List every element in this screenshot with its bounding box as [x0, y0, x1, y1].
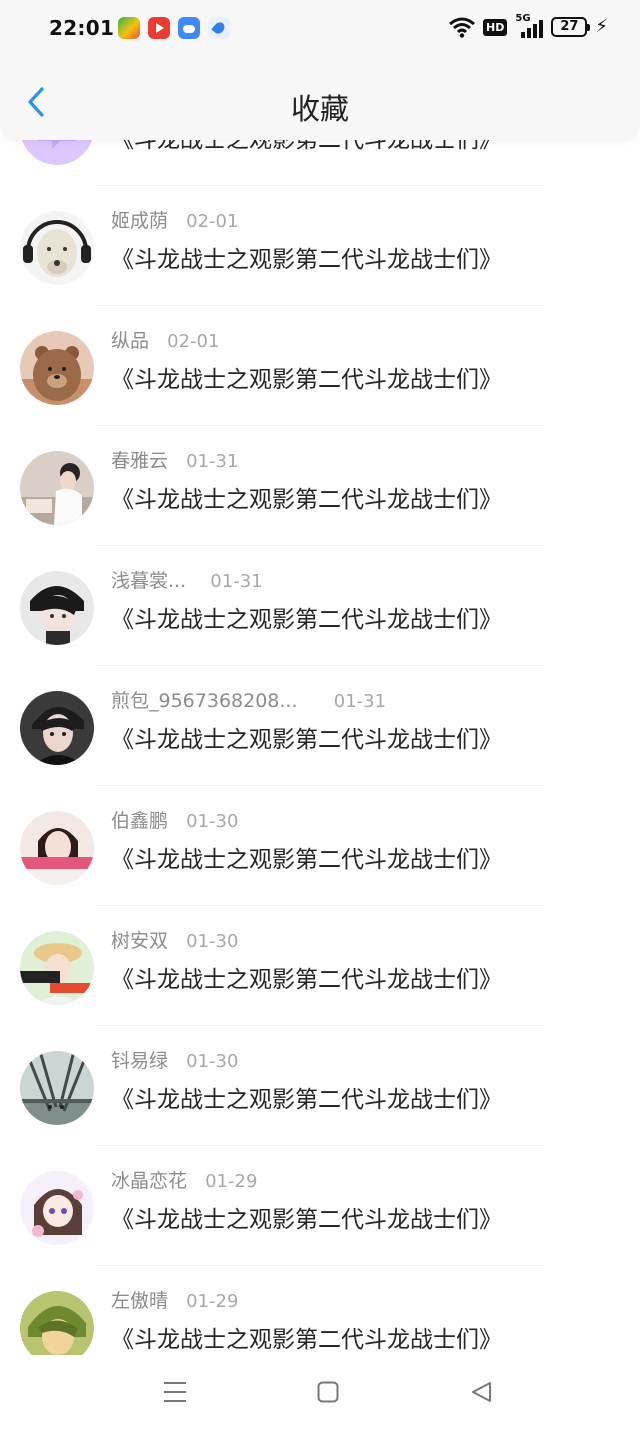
- item-date: 02-01: [186, 211, 239, 232]
- item-meta: 纵品 02-01: [111, 326, 219, 353]
- list-item[interactable]: 浅暮裳... 01-31 《斗龙战士之观影第二代斗龙战士们》: [0, 546, 640, 666]
- list-item[interactable]: 姬成荫 02-01 《斗龙战士之观影第二代斗龙战士们》: [0, 186, 640, 306]
- avatar[interactable]: [20, 451, 94, 525]
- back-triangle-icon: [470, 1381, 492, 1407]
- status-indicators: HD 5G 27 ⚡: [449, 13, 608, 38]
- avatar[interactable]: [20, 1291, 94, 1365]
- avatar[interactable]: [20, 691, 94, 765]
- status-time: 22:01: [49, 16, 115, 40]
- author-name[interactable]: 煎包_9567368208...: [111, 690, 298, 712]
- avatar[interactable]: [20, 571, 94, 645]
- favorite-title[interactable]: 《斗龙战士之观影第二代斗龙战士们》: [111, 480, 502, 514]
- avatar[interactable]: [20, 1051, 94, 1125]
- favorite-title[interactable]: 《斗龙战士之观影第二代斗龙战士们》: [111, 600, 502, 634]
- list-item[interactable]: 钭易绿 01-30 《斗龙战士之观影第二代斗龙战士们》: [0, 1026, 640, 1146]
- favorite-title[interactable]: 《斗龙战士之观影第二代斗龙战士们》: [111, 240, 502, 274]
- item-meta: 浅暮裳... 01-31: [111, 566, 263, 593]
- favorite-title[interactable]: 《斗龙战士之观影第二代斗龙战士们》: [111, 720, 502, 754]
- hd-badge: HD: [483, 18, 508, 36]
- item-meta: 左傲晴 01-29: [111, 1286, 238, 1313]
- list-item[interactable]: 冰晶恋花 01-29 《斗龙战士之观影第二代斗龙战士们》: [0, 1146, 640, 1266]
- item-meta: 钭易绿 01-30: [111, 1046, 238, 1073]
- favorites-list: 《斗龙战士之观影第二代斗龙战士们》 姬成荫 02-01 《斗龙战士之观影第二代斗…: [0, 66, 640, 1386]
- favorite-title[interactable]: 《斗龙战士之观影第二代斗龙战士们》: [111, 1200, 502, 1234]
- list-item[interactable]: 伯鑫鹏 01-30 《斗龙战士之观影第二代斗龙战士们》: [0, 786, 640, 906]
- author-name[interactable]: 左傲晴: [111, 1290, 168, 1312]
- item-date: 01-30: [186, 811, 239, 832]
- avatar[interactable]: [20, 811, 94, 885]
- browser-app-icon: [208, 17, 230, 39]
- item-date: 01-29: [205, 1171, 258, 1192]
- author-name[interactable]: 树安双: [111, 930, 168, 952]
- battery-indicator: 27: [551, 17, 591, 37]
- author-name[interactable]: 伯鑫鹏: [111, 810, 168, 832]
- item-date: 01-30: [186, 931, 239, 952]
- favorite-title[interactable]: 《斗龙战士之观影第二代斗龙战士们》: [111, 840, 502, 874]
- page-title: 收藏: [290, 92, 349, 126]
- item-meta: 煎包_9567368208... 01-31: [111, 686, 386, 713]
- avatar[interactable]: [20, 331, 94, 405]
- favorites-screen: 22:01 HD 5G 27 ⚡ 《斗龙战士之观影第二代斗龙战士们》 姬成荫 0…: [0, 0, 640, 1433]
- status-bar: 22:01 HD 5G 27 ⚡: [0, 0, 640, 56]
- list-item[interactable]: 煎包_9567368208... 01-31 《斗龙战士之观影第二代斗龙战士们》: [0, 666, 640, 786]
- author-name[interactable]: 姬成荫: [111, 210, 168, 232]
- item-date: 01-31: [333, 691, 387, 712]
- menu-icon: [163, 1381, 187, 1407]
- item-meta: 姬成荫 02-01: [111, 206, 238, 233]
- system-nav-bar: [0, 1355, 640, 1433]
- avatar[interactable]: [20, 931, 94, 1005]
- cloud-app-icon: [178, 17, 200, 39]
- item-date: 01-29: [186, 1291, 239, 1312]
- home-button[interactable]: [310, 1379, 346, 1409]
- author-name[interactable]: 钭易绿: [111, 1050, 168, 1072]
- favorite-title[interactable]: 《斗龙战士之观影第二代斗龙战士们》: [111, 960, 502, 994]
- list-item[interactable]: 树安双 01-30 《斗龙战士之观影第二代斗龙战士们》: [0, 906, 640, 1026]
- notification-app-icons: [118, 17, 230, 39]
- home-square-icon: [317, 1381, 339, 1407]
- item-date: 01-31: [210, 571, 263, 592]
- author-name[interactable]: 纵品: [111, 330, 149, 352]
- item-meta: 春雅云 01-31: [111, 446, 238, 473]
- list-item[interactable]: 纵品 02-01 《斗龙战士之观影第二代斗龙战士们》: [0, 306, 640, 426]
- system-back-button[interactable]: [463, 1379, 499, 1409]
- wifi-icon: [449, 16, 475, 38]
- game-center-icon: [118, 17, 140, 39]
- item-date: 02-01: [167, 331, 220, 352]
- video-app-icon: [148, 17, 170, 39]
- cellular-signal-icon: 5G: [515, 13, 544, 38]
- author-name[interactable]: 浅暮裳...: [111, 570, 186, 592]
- item-meta: 树安双 01-30: [111, 926, 238, 953]
- item-meta: 冰晶恋花 01-29: [111, 1166, 257, 1193]
- favorite-title[interactable]: 《斗龙战士之观影第二代斗龙战士们》: [111, 1080, 502, 1114]
- item-date: 01-30: [186, 1051, 239, 1072]
- menu-button[interactable]: [157, 1379, 193, 1409]
- item-date: 01-31: [186, 451, 239, 472]
- avatar[interactable]: [20, 211, 94, 285]
- list-item[interactable]: 春雅云 01-31 《斗龙战士之观影第二代斗龙战士们》: [0, 426, 640, 546]
- author-name[interactable]: 冰晶恋花: [111, 1170, 187, 1192]
- avatar[interactable]: [20, 1171, 94, 1245]
- favorite-title[interactable]: 《斗龙战士之观影第二代斗龙战士们》: [111, 360, 502, 394]
- item-meta: 伯鑫鹏 01-30: [111, 806, 238, 833]
- title-bar: 收藏: [0, 56, 640, 140]
- charging-icon: ⚡: [595, 16, 608, 37]
- favorite-title[interactable]: 《斗龙战士之观影第二代斗龙战士们》: [111, 1320, 502, 1354]
- author-name[interactable]: 春雅云: [111, 450, 168, 472]
